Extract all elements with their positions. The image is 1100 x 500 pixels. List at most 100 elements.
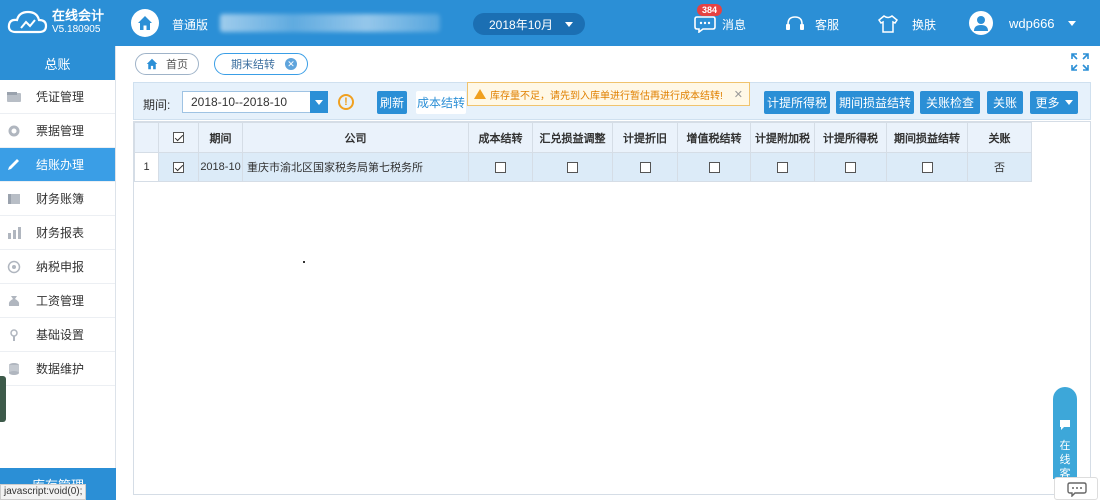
period-pl-checkbox[interactable] — [921, 161, 933, 173]
user-avatar[interactable] — [969, 11, 993, 35]
warning-icon[interactable]: ! — [338, 94, 354, 110]
sidebar-item-label: 基础设置 — [36, 328, 85, 342]
tab-home[interactable]: 首页 — [135, 53, 199, 75]
depreciation-cell[interactable] — [612, 152, 678, 182]
sidebar-item-voucher[interactable]: 凭证管理 — [0, 80, 115, 114]
edition-label: 普通版 — [172, 18, 209, 32]
change-skin-button[interactable]: 换肤 — [878, 15, 936, 33]
more-button[interactable]: 更多 — [1030, 91, 1078, 114]
period-dropdown-button[interactable] — [310, 91, 328, 113]
close-icon[interactable]: ✕ — [285, 58, 297, 70]
sidebar-item-reports[interactable]: 财务报表 — [0, 216, 115, 250]
home-button[interactable] — [131, 9, 159, 37]
home-icon — [138, 16, 152, 30]
select-all-checkbox[interactable] — [173, 132, 184, 144]
income-tax-button[interactable]: 计提所得税 — [764, 91, 830, 114]
browser-status-bar: javascript:void(0); — [0, 484, 87, 500]
income-tax-cell[interactable] — [814, 152, 887, 182]
username[interactable]: wdp666 — [1009, 16, 1055, 31]
sidebar-item-payroll[interactable]: 工资管理 — [0, 284, 115, 318]
wallet-icon — [7, 91, 21, 102]
column-header-rownum — [134, 122, 159, 153]
sidebar-item-ledger[interactable]: 财务账簿 — [0, 182, 115, 216]
depreciation-checkbox[interactable] — [639, 161, 651, 173]
tab-bar: 首页 期末结转 ✕ — [117, 46, 1100, 80]
close-books-button[interactable]: 关账 — [987, 91, 1023, 114]
sidebar-item-data-maintenance[interactable]: 数据维护 — [0, 352, 115, 386]
cost-transfer-button[interactable]: 成本结转 — [416, 91, 466, 114]
period-label: 期间: — [143, 98, 171, 112]
redacted-company-name — [220, 14, 440, 32]
chat-launcher[interactable] — [1054, 477, 1098, 500]
money-bag-icon — [8, 295, 20, 306]
close-icon[interactable]: ✕ — [734, 88, 743, 101]
user-menu-chevron-icon[interactable] — [1068, 21, 1076, 26]
sidebar-item-closing[interactable]: 结账办理 — [0, 148, 115, 182]
sidebar-item-bills[interactable]: 票据管理 — [0, 114, 115, 148]
chevron-down-icon — [565, 22, 573, 27]
row-checkbox[interactable] — [173, 161, 184, 173]
online-service-widget[interactable]: 在线客服 — [1053, 387, 1077, 479]
customer-service-label: 客服 — [815, 17, 840, 32]
table-header-row: 期间 公司 成本结转 汇兑损益调整 计提折旧 增值税结转 计提附加税 计提所得税… — [134, 122, 1032, 153]
column-header-surcharge: 计提附加税 — [750, 122, 815, 153]
row-select-cell[interactable] — [158, 152, 199, 182]
database-icon — [9, 362, 19, 375]
chat-bubble-icon — [1060, 420, 1070, 430]
cost-transfer-cell[interactable] — [468, 152, 533, 182]
pencil-icon — [8, 158, 19, 170]
table-row[interactable]: 1 2018-10 重庆市渝北区国家税务局第七税务所 否 — [134, 152, 1032, 182]
close-check-button[interactable]: 关账检查 — [920, 91, 980, 114]
tab-label: 期末结转 — [231, 59, 275, 71]
sidebar-item-label: 财务账簿 — [36, 192, 85, 206]
sidebar-item-label: 票据管理 — [36, 124, 85, 138]
income-tax-checkbox[interactable] — [845, 161, 856, 173]
home-icon — [146, 58, 158, 70]
user-icon — [974, 16, 988, 31]
fx-adjust-cell[interactable] — [532, 152, 613, 182]
surcharge-cell[interactable] — [750, 152, 815, 182]
column-header-vat-transfer: 增值税结转 — [677, 122, 751, 153]
row-closed-status: 否 — [967, 152, 1032, 182]
fullscreen-icon[interactable] — [1070, 52, 1090, 72]
messages-button[interactable]: 消息 — [694, 15, 746, 33]
row-company: 重庆市渝北区国家税务局第七税务所 — [242, 152, 469, 182]
column-header-cost-transfer: 成本结转 — [468, 122, 533, 153]
more-label: 更多 — [1035, 96, 1060, 110]
column-header-income-tax: 计提所得税 — [814, 122, 887, 153]
sidebar: 总账 凭证管理 票据管理 结账办理 财务账簿 财务报表 纳税申报 工资管理 基础… — [0, 46, 116, 500]
app-version: V5.180905 — [52, 24, 101, 35]
customer-service-button[interactable]: 客服 — [785, 15, 839, 33]
column-header-select[interactable] — [158, 122, 199, 153]
period-range-input[interactable]: 2018-10--2018-10 — [182, 91, 312, 113]
shirt-icon — [878, 15, 898, 33]
tab-period-end-transfer[interactable]: 期末结转 ✕ — [214, 53, 308, 75]
sidebar-item-tax[interactable]: 纳税申报 — [0, 250, 115, 284]
refresh-button[interactable]: 刷新 — [377, 91, 407, 114]
app-name: 在线会计 — [52, 8, 105, 23]
fx-adjust-checkbox[interactable] — [567, 161, 578, 173]
sidebar-collapse-handle[interactable] — [0, 376, 6, 422]
coin-icon — [7, 260, 21, 273]
period-pl-cell[interactable] — [886, 152, 968, 182]
period-selector[interactable]: 2018年10月 — [473, 13, 585, 35]
vat-transfer-checkbox[interactable] — [708, 161, 720, 173]
warning-triangle-icon — [474, 89, 486, 99]
row-period: 2018-10 — [198, 152, 243, 182]
book-icon — [8, 193, 20, 204]
app-logo[interactable]: 在线会计 V5.180905 — [6, 6, 116, 40]
vat-transfer-cell[interactable] — [677, 152, 751, 182]
surcharge-checkbox[interactable] — [777, 161, 788, 173]
closing-table: 期间 公司 成本结转 汇兑损益调整 计提折旧 增值税结转 计提附加税 计提所得税… — [134, 122, 1032, 182]
sidebar-item-label: 纳税申报 — [36, 260, 85, 274]
period-pl-transfer-button[interactable]: 期间损益结转 — [836, 91, 914, 114]
sidebar-item-label: 工资管理 — [36, 294, 85, 308]
change-skin-label: 换肤 — [912, 17, 937, 32]
messages-label: 消息 — [722, 17, 747, 32]
sidebar-title: 总账 — [0, 46, 115, 80]
sidebar-item-settings[interactable]: 基础设置 — [0, 318, 115, 352]
column-header-period: 期间 — [198, 122, 243, 153]
sidebar-item-label: 结账办理 — [36, 158, 85, 172]
cost-transfer-checkbox[interactable] — [495, 161, 506, 173]
chevron-down-icon — [1064, 100, 1073, 105]
